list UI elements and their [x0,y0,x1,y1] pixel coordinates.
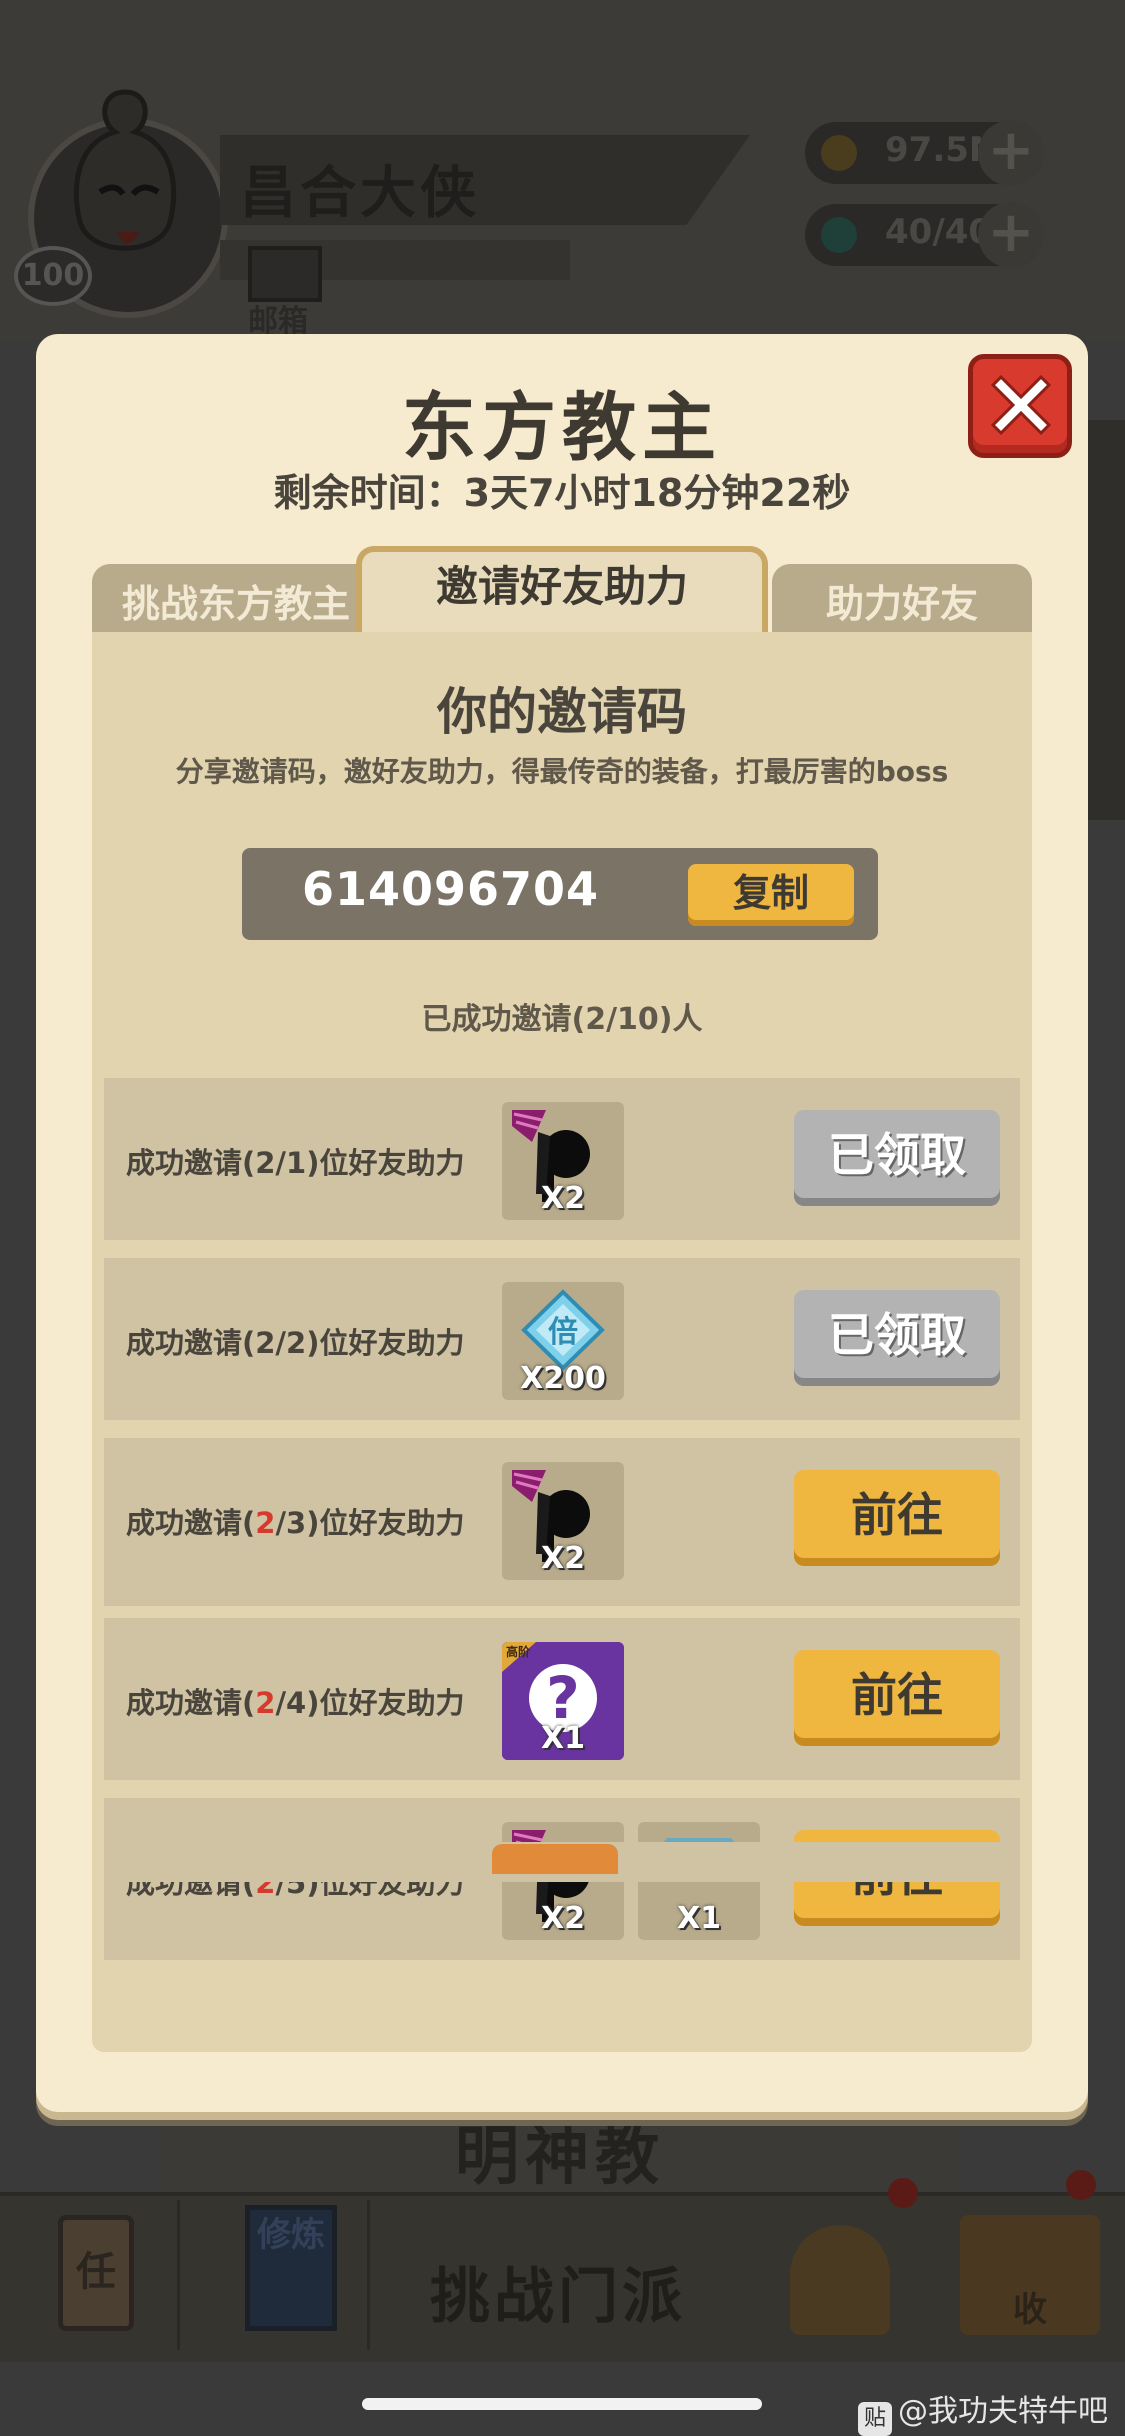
go-button[interactable]: 前往 [794,1650,1000,1746]
remaining-time: 剩余时间：3天7小时18分钟22秒 [273,471,851,515]
claimed-button[interactable]: 已领取 [794,1290,1000,1386]
reward-row-label: 成功邀请(2/4)位好友助力 [126,1680,464,1722]
reward-item-qty: X200 [520,1361,606,1396]
invite-code-subtitle: 分享邀请码，邀好友助力，得最传奇的装备，打最厉害的boss [175,755,949,788]
watermark-text: @我功夫特牛吧 [898,2394,1108,2429]
energy-plus-icon: + [978,202,1044,268]
reward-row: 成功邀请(2/4)位好友助力 ? 高阶 X1 前往 [104,1618,1020,1780]
reward-item: X2 [502,1102,624,1220]
notification-dot [888,2178,918,2208]
coin-icon [821,135,857,171]
notification-dot [1066,2170,1096,2200]
home-indicator[interactable] [362,2398,762,2410]
invite-code-box: 614096704 复制 [242,848,878,940]
sect-title: 明神教 [455,2120,665,2194]
reward-item-qty: X1 [540,1721,585,1756]
helmet-icon [790,2225,890,2335]
energy-resource: 40/40 + [805,202,1044,268]
invite-panel: 你的邀请码 分享邀请码，邀好友助力，得最传奇的装备，打最厉害的boss 6140… [92,632,1032,2052]
close-button[interactable] [968,354,1072,458]
reward-item: 倍 X200 [502,1282,624,1400]
go-button[interactable]: 前往 [794,1470,1000,1566]
label-suffix: /4)位好友助力 [275,1686,465,1720]
tab-help-friends[interactable]: 助力好友 [772,564,1032,640]
modal-title: 东方教主 [402,385,722,471]
game-screen: 100 昌合大侠 邮箱 97.5M + 40/40 + 明神教 任 修炼 挑战门… [0,0,1125,2436]
copy-button[interactable]: 复制 [688,864,854,926]
tab-invite-friends[interactable]: 邀请好友助力 [356,546,768,634]
reward-row: 成功邀请(2/3)位好友助力 X2 前往 [104,1438,1020,1600]
label-current-count: 2 [255,1506,276,1540]
label-suffix: /3)位好友助力 [275,1506,465,1540]
reward-row-label: 成功邀请(2/3)位好友助力 [126,1500,464,1542]
challenge-sect-label: 挑战门派 [430,2262,686,2332]
reward-row-partial-button[interactable] [492,1844,618,1874]
energy-orb-icon [821,217,857,253]
reward-item: X2 [502,1462,624,1580]
label-prefix: 成功邀请( [126,1686,256,1720]
energy-value: 40/40 [885,212,993,252]
cultivate-book-icon: 修炼 [245,2205,337,2331]
svg-text:倍: 倍 [548,1315,578,1350]
tab-challenge-boss[interactable]: 挑战东方教主 [92,564,380,640]
reward-item: ? 高阶 X1 [502,1642,624,1760]
label-prefix: 成功邀请( [126,1506,256,1540]
claimed-button[interactable]: 已领取 [794,1110,1000,1206]
boss-event-modal: 东方教主 剩余时间：3天7小时18分钟22秒 挑战东方教主 邀请好友助力 助力好… [36,334,1088,2112]
tieba-badge-icon: 贴 [858,2402,892,2436]
label-current-count: 2 [255,1686,276,1720]
invite-status: 已成功邀请(2/10)人 [421,1002,703,1037]
reward-row: 成功邀请(2/2)位好友助力 倍 X200 已领取 [104,1258,1020,1420]
reward-item-qty: X1 [676,1901,721,1936]
reward-item-qty: X2 [540,1541,585,1576]
shop-icon: 收 [960,2215,1100,2335]
mail-icon [248,246,322,302]
reward-tag: 高阶 [506,1644,531,1659]
gold-plus-icon: + [978,120,1044,186]
reward-row-label: 成功邀请(2/2)位好友助力 [126,1326,465,1360]
invite-code-value: 614096704 [302,862,600,916]
task-scroll-icon: 任 [58,2215,134,2331]
player-name: 昌合大侠 [240,161,480,226]
reward-row-label: 成功邀请(2/1)位好友助力 [126,1146,465,1180]
invite-code-heading: 你的邀请码 [437,683,687,741]
gold-resource: 97.5M + [805,120,1044,186]
close-icon [990,374,1052,436]
watermark: 贴 @我功夫特牛吧 [858,2386,1108,2436]
reward-item-qty: X2 [540,1901,585,1936]
reward-item-qty: X2 [540,1181,585,1216]
reward-row: 成功邀请(2/1)位好友助力 X2 已领取 [104,1078,1020,1240]
player-level-badge: 100 [14,246,92,306]
